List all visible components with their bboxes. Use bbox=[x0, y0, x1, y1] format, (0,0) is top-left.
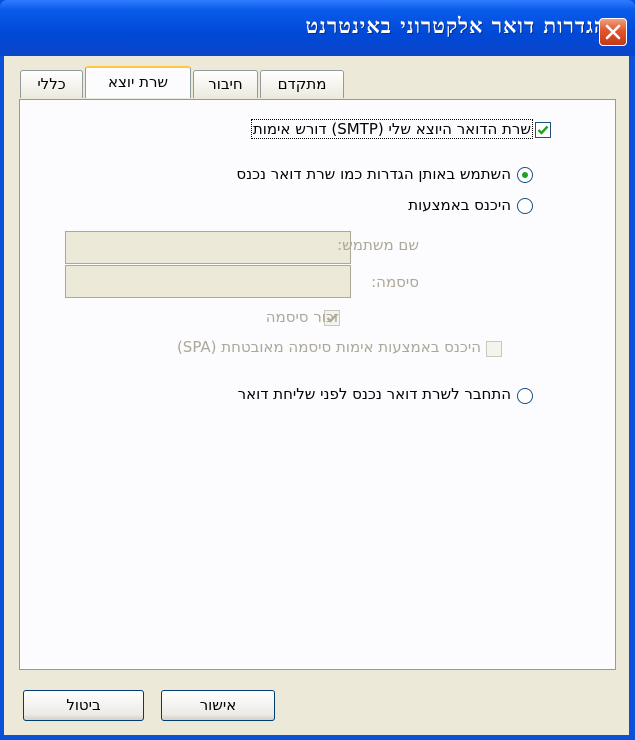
tab-connection[interactable]: חיבור bbox=[193, 70, 258, 98]
tab-panel: שרת הדואר היוצא שלי (SMTP) דורש אימות הש… bbox=[19, 99, 616, 670]
cancel-button[interactable]: ביטול bbox=[23, 690, 144, 721]
tab-general[interactable]: כללי bbox=[20, 70, 83, 98]
remember-password-label[interactable]: זכור סיסמה bbox=[266, 308, 339, 326]
radio-selected-dot bbox=[522, 172, 528, 178]
close-button[interactable] bbox=[599, 18, 627, 46]
ok-button[interactable]: אישור bbox=[161, 690, 275, 721]
smtp-auth-label[interactable]: שרת הדואר היוצא שלי (SMTP) דורש אימות bbox=[250, 119, 534, 139]
dialog-client-area: כללי שרת יוצא חיבור מתקדם שרת הדואר היוצ… bbox=[4, 56, 629, 735]
log-on-using-label[interactable]: היכנס באמצעות bbox=[408, 196, 511, 214]
tab-advanced[interactable]: מתקדם bbox=[260, 70, 344, 98]
log-on-before-sending-label[interactable]: התחבר לשרת דואר נכנס לפני שליחת דואר bbox=[238, 385, 511, 403]
close-icon bbox=[605, 24, 621, 40]
username-label-text: שם משתמש: bbox=[337, 236, 419, 254]
password-input[interactable] bbox=[65, 265, 351, 298]
title-bar[interactable]: הגדרות דואר אלקטרוני באינטרנט bbox=[0, 0, 635, 56]
dialog-window: הגדרות דואר אלקטרוני באינטרנט כללי שרת י… bbox=[0, 0, 635, 740]
username-label: שם משתמש: bbox=[337, 236, 419, 254]
use-same-settings-label[interactable]: השתמש באותן הגדרות כמו שרת דואר נכנס bbox=[236, 165, 511, 183]
window-title: הגדרות דואר אלקטרוני באינטרנט bbox=[305, 13, 607, 38]
use-same-settings-radio[interactable] bbox=[517, 167, 533, 183]
smtp-auth-checkbox[interactable] bbox=[535, 122, 551, 138]
checkmark-icon bbox=[537, 125, 549, 135]
tab-outgoing-server[interactable]: שרת יוצא bbox=[85, 66, 191, 98]
spa-label[interactable]: היכנס באמצעות אימות סיסמה מאובטחת (SPA) bbox=[177, 338, 481, 356]
log-on-before-sending-radio[interactable] bbox=[517, 388, 533, 404]
spa-checkbox[interactable] bbox=[486, 341, 502, 357]
log-on-using-radio[interactable] bbox=[517, 198, 533, 214]
username-input[interactable] bbox=[65, 231, 351, 264]
password-label: סיסמה: bbox=[371, 273, 419, 291]
